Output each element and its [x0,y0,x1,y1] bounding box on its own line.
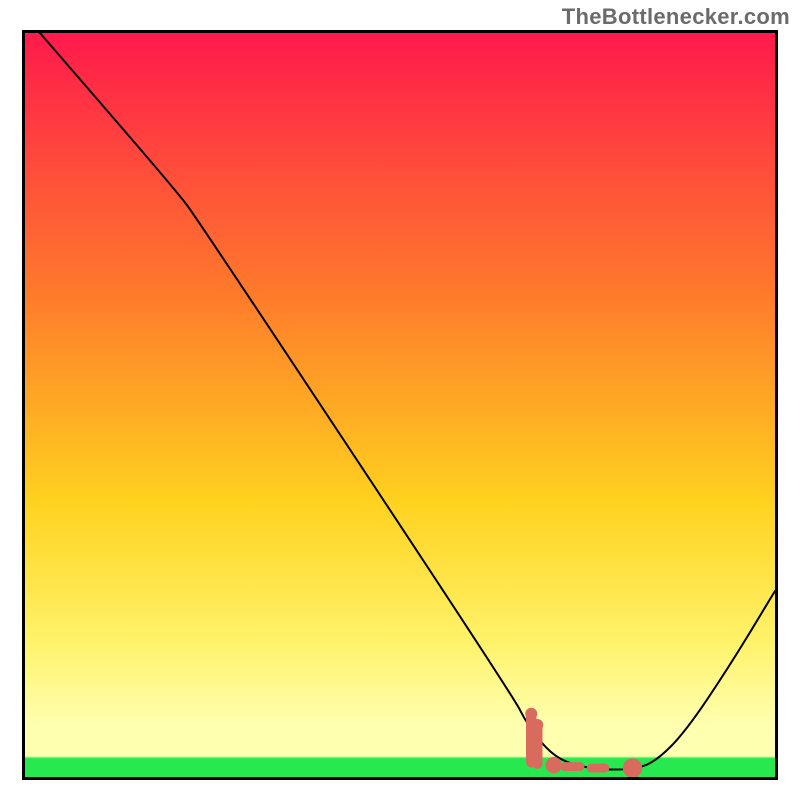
plot-svg [25,33,775,777]
attribution-text: TheBottlenecker.com [562,4,790,30]
marker-dot [623,758,642,777]
marker-dot [546,757,563,773]
chart-frame: TheBottlenecker.com [0,0,800,800]
plot-area [22,30,778,780]
marker-tick-cap [525,708,537,720]
marker-tick-cap [531,719,543,731]
